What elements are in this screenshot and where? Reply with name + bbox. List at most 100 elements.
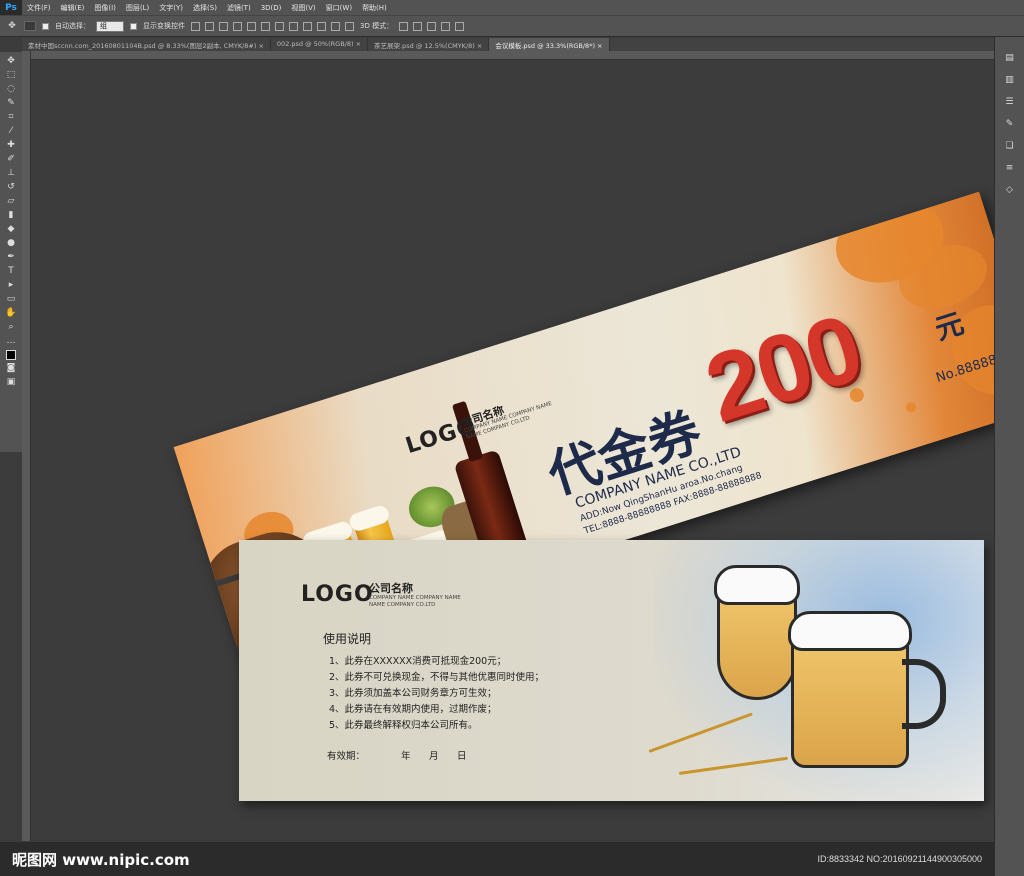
3d-scale-icon[interactable]: [455, 21, 465, 31]
move-tool-icon[interactable]: ✥: [5, 56, 17, 67]
marquee-tool-icon[interactable]: ⬚: [5, 70, 17, 81]
quick-mask-icon[interactable]: ◙: [5, 363, 17, 374]
menu-window[interactable]: 窗口(W): [321, 3, 357, 13]
photoshop-logo: Ps: [0, 0, 22, 15]
voucher-unit: 元: [931, 306, 968, 347]
vertical-ruler: [22, 51, 31, 841]
voucher-amount: 200: [693, 294, 874, 443]
usage-rule: 5、此券最终解释权归本公司所有。: [329, 720, 478, 731]
auto-select-label: 自动选择：: [55, 22, 90, 30]
screen-mode-icon[interactable]: ▣: [5, 377, 17, 388]
sketch-beer-mug: [788, 611, 946, 768]
document-tabs: 素材中国sccnn.com_20160801104B.psd @ 8.33%(图…: [22, 38, 994, 51]
menu-filter[interactable]: 滤镜(T): [222, 3, 256, 13]
menu-file[interactable]: 文件(F): [22, 3, 56, 13]
show-transform-label: 显示变换控件: [143, 22, 185, 30]
3d-slide-icon[interactable]: [441, 21, 451, 31]
align-center-icon[interactable]: [247, 21, 256, 31]
back-logo-text: LOGO: [301, 582, 374, 607]
tab-doc-3[interactable]: 茶艺展架.psd @ 12.5%(CMYK/8) ×: [368, 38, 490, 51]
paths-panel-icon[interactable]: ◇: [1004, 185, 1016, 195]
distribute-top-icon[interactable]: [275, 21, 284, 31]
stamp-tool-icon[interactable]: ⊥: [5, 168, 17, 179]
distribute-center-icon[interactable]: [331, 21, 340, 31]
validity-year: 年: [401, 751, 411, 762]
tab-doc-4[interactable]: 会议模板.psd @ 33.3%(RGB/8*) ×: [489, 38, 610, 51]
channels-panel-icon[interactable]: ≡: [1004, 163, 1016, 173]
path-select-tool-icon[interactable]: ▸: [5, 280, 17, 291]
align-icons: [191, 21, 354, 31]
history-panel-icon[interactable]: ▤: [1004, 53, 1016, 63]
watermark-bar: 昵图网 www.nipic.com ID:8833342 NO:20160921…: [0, 842, 994, 876]
menu-help[interactable]: 帮助(H): [357, 3, 392, 13]
pen-tool-icon[interactable]: ✒: [5, 252, 17, 263]
align-bottom-icon[interactable]: [219, 21, 228, 31]
dodge-tool-icon[interactable]: ●: [5, 238, 17, 249]
menu-select[interactable]: 选择(S): [188, 3, 222, 13]
menu-3d[interactable]: 3D(D): [256, 4, 287, 12]
foreground-color-swatch[interactable]: [6, 350, 16, 360]
usage-rule: 3、此券须加盖本公司财务章方可生效；: [329, 688, 497, 699]
validity-row: 有效期： 年 月 日: [327, 748, 467, 762]
layers-panel-icon[interactable]: ❏: [1004, 141, 1016, 151]
usage-rules-list: 1、此券在XXXXXX消费可抵现金200元； 2、此券不可兑换现金，不得与其他优…: [329, 654, 544, 734]
hand-tool-icon[interactable]: ✋: [5, 308, 17, 319]
adjustments-panel-icon[interactable]: ☰: [1004, 97, 1016, 107]
healing-tool-icon[interactable]: ✚: [5, 140, 17, 151]
document-canvas[interactable]: LOGO 公司名称 COMPANY NAME COMPANY NAME NAME…: [32, 60, 994, 842]
back-company-name-cn: 公司名称: [369, 582, 413, 595]
distribute-bottom-icon[interactable]: [303, 21, 312, 31]
eraser-tool-icon[interactable]: ▱: [5, 196, 17, 207]
3d-pan-icon[interactable]: [427, 21, 437, 31]
usage-rule: 1、此券在XXXXXX消费可抵现金200元；: [329, 656, 507, 667]
menu-layer[interactable]: 图层(L): [121, 3, 154, 13]
auto-select-dropdown[interactable]: 组: [96, 20, 124, 32]
menu-bar: Ps 文件(F) 编辑(E) 图像(I) 图层(L) 文字(Y) 选择(S) 滤…: [0, 0, 1024, 15]
align-middle-icon[interactable]: [205, 21, 214, 31]
properties-panel-icon[interactable]: ▥: [1004, 75, 1016, 85]
3d-roll-icon[interactable]: [413, 21, 423, 31]
align-top-icon[interactable]: [191, 21, 200, 31]
3d-mode-icons: [399, 21, 465, 31]
menu-edit[interactable]: 编辑(E): [56, 3, 90, 13]
sketch-beer-glass: [714, 565, 800, 700]
back-company-sub-line-2: NAME COMPANY CO.LTD: [369, 602, 436, 608]
show-transform-checkbox[interactable]: [130, 22, 137, 30]
tab-doc-2[interactable]: 002.psd @ 50%(RGB/8) ×: [271, 38, 369, 51]
zoom-tool-icon[interactable]: ⌕: [5, 322, 17, 333]
menu-view[interactable]: 视图(V): [286, 3, 320, 13]
shape-tool-icon[interactable]: ▭: [5, 294, 17, 305]
lasso-tool-icon[interactable]: ◌: [5, 84, 17, 95]
distribute-left-icon[interactable]: [317, 21, 326, 31]
type-tool-icon[interactable]: T: [5, 266, 17, 277]
auto-select-checkbox[interactable]: [42, 22, 49, 30]
history-brush-tool-icon[interactable]: ↺: [5, 182, 17, 193]
back-company-sub-line-1: COMPANY NAME COMPANY NAME: [369, 595, 461, 601]
usage-rule: 4、此券请在有效期内使用，过期作废；: [329, 704, 497, 715]
blur-tool-icon[interactable]: ◆: [5, 224, 17, 235]
menu-type[interactable]: 文字(Y): [154, 3, 188, 13]
panels-dock: ▤ ▥ ☰ ✎ ❏ ≡ ◇: [994, 37, 1024, 876]
site-watermark: 昵图网 www.nipic.com: [12, 850, 190, 869]
more-tools-icon[interactable]: …: [5, 336, 17, 347]
sketch-foam: [714, 565, 800, 605]
align-left-icon[interactable]: [233, 21, 242, 31]
brush-panel-icon[interactable]: ✎: [1004, 119, 1016, 129]
horizontal-ruler: [22, 51, 994, 60]
paint-drop: [904, 401, 918, 414]
tool-preset-picker[interactable]: [24, 21, 36, 31]
quick-select-tool-icon[interactable]: ✎: [5, 98, 17, 109]
gradient-tool-icon[interactable]: ▮: [5, 210, 17, 221]
3d-rotate-icon[interactable]: [399, 21, 409, 31]
distribute-right-icon[interactable]: [345, 21, 354, 31]
menu-image[interactable]: 图像(I): [89, 3, 121, 13]
distribute-middle-icon[interactable]: [289, 21, 298, 31]
move-tool-icon[interactable]: ✥: [6, 21, 18, 32]
tab-doc-1[interactable]: 素材中国sccnn.com_20160801104B.psd @ 8.33%(图…: [22, 38, 271, 51]
usage-instructions-title: 使用说明: [323, 632, 372, 646]
eyedropper-tool-icon[interactable]: ⁄: [5, 126, 17, 137]
crop-tool-icon[interactable]: ⌗: [5, 112, 17, 123]
brush-tool-icon[interactable]: ✐: [5, 154, 17, 165]
usage-rule: 2、此券不可兑换现金，不得与其他优惠同时使用；: [329, 672, 545, 683]
align-right-icon[interactable]: [261, 21, 270, 31]
